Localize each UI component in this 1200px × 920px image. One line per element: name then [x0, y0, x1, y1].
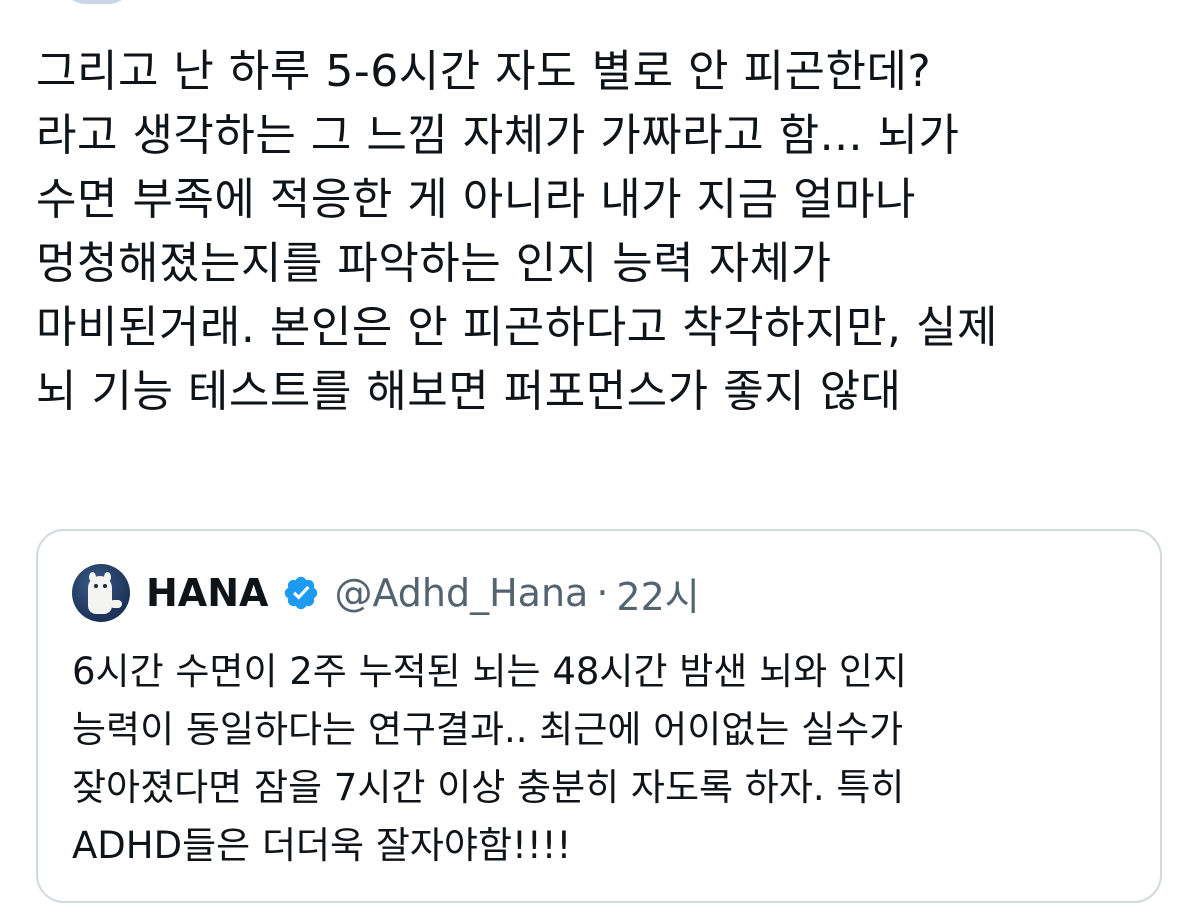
quote-author-name[interactable]: HANA	[146, 571, 268, 615]
quote-timestamp[interactable]: 22시	[616, 566, 699, 621]
tweet-text-line: 라고 생각하는 그 느낌 자체가 가짜라고 함... 뇌가	[36, 110, 960, 161]
avatar-cat-eye	[103, 584, 107, 588]
quote-tweet-card[interactable]: HANA @Adhd_Hana · 22시 6시간 수면이 2주 누적된 뇌는 …	[36, 529, 1162, 903]
avatar-cat-paw	[110, 600, 122, 608]
quote-text-line: 능력이 동일하다는 연구결과.. 최근에 어이없는 실수가	[72, 708, 904, 751]
tweet-text-line: 수면 부족에 적응한 게 아니라 내가 지금 얼마나	[36, 174, 917, 225]
verified-badge-icon	[285, 576, 318, 610]
avatar-cat-body	[88, 576, 112, 614]
tweet-text-line: 마비된거래. 본인은 안 피곤하다고 착각하지만, 실제	[36, 302, 998, 353]
quote-tweet-header: HANA @Adhd_Hana · 22시	[72, 561, 700, 625]
tweet-text-line: 멍청해졌는지를 파악하는 인지 능력 자체가	[36, 238, 832, 289]
previous-avatar-edge	[60, 0, 134, 4]
tweet-text-line: 뇌 기능 테스트를 해보면 퍼포먼스가 좋지 않대	[36, 366, 902, 417]
quote-author-handle[interactable]: @Adhd_Hana	[334, 571, 588, 615]
header-separator: ·	[596, 571, 609, 615]
quote-text-line: 6시간 수면이 2주 누적된 뇌는 48시간 밤샌 뇌와 인지	[72, 650, 908, 693]
avatar[interactable]	[72, 564, 130, 622]
quote-tweet-text: 6시간 수면이 2주 누적된 뇌는 48시간 밤샌 뇌와 인지 능력이 동일하다…	[72, 643, 1132, 875]
tweet-text: 그리고 난 하루 5-6시간 자도 별로 안 피곤한데? 라고 생각하는 그 느…	[36, 40, 1176, 424]
quote-text-line: 잦아졌다면 잠을 7시간 이상 충분히 자도록 하자. 특히	[72, 766, 905, 809]
tweet-text-line: 그리고 난 하루 5-6시간 자도 별로 안 피곤한데?	[36, 46, 932, 97]
quote-text-line: ADHD들은 더더욱 잘자야함!!!!	[72, 824, 572, 867]
avatar-cat-eye	[94, 584, 98, 588]
